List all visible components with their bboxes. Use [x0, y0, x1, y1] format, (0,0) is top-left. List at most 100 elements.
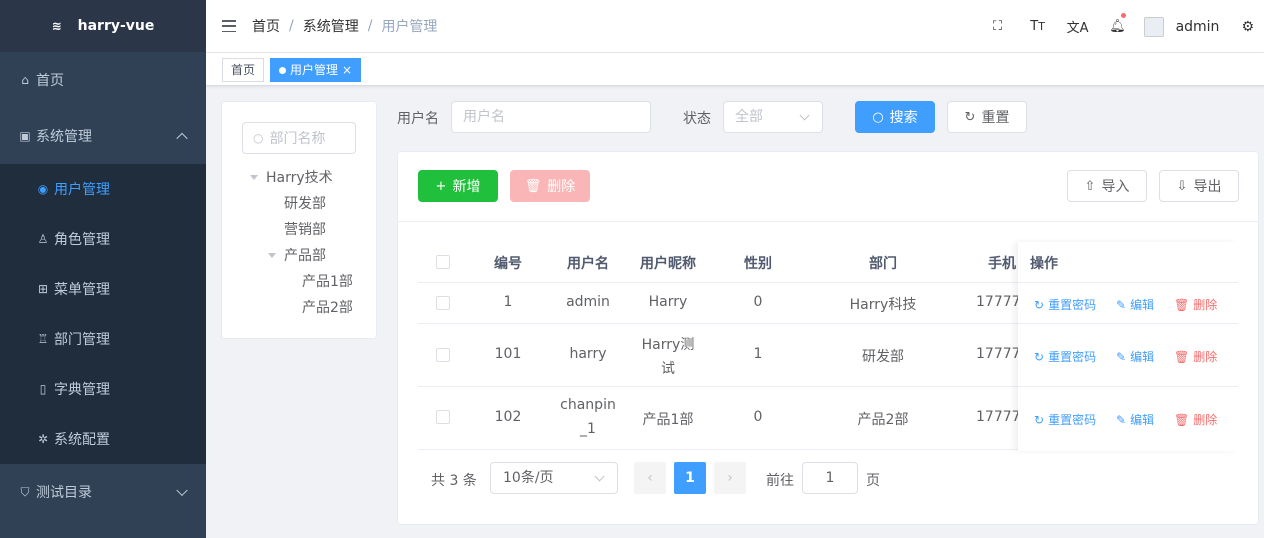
translate-icon[interactable]: 文A [1058, 17, 1098, 36]
username-label: 用户名 [397, 111, 439, 127]
delete-button[interactable]: 🗑︎ 删除 [510, 170, 590, 202]
refresh-icon: ↻ [964, 109, 976, 125]
cell-nickname: Harry [648, 294, 688, 310]
download-icon: ⇩ [1176, 178, 1188, 194]
sidebar-item-label: 测试目录 [36, 485, 92, 501]
tree-node[interactable]: 产品1部 [302, 271, 353, 291]
add-button[interactable]: + 新增 [418, 170, 498, 202]
refresh-icon: ↻ [1034, 350, 1045, 364]
refresh-icon: ↻ [1034, 298, 1045, 312]
action-label: 删除 [1193, 350, 1218, 364]
tree-node-label: 产品部 [284, 248, 326, 264]
reset-password-button[interactable]: ↻ 重置密码 [1034, 348, 1096, 365]
prev-page-button[interactable]: ‹ [634, 462, 666, 494]
reset-password-button[interactable]: ↻ 重置密码 [1034, 411, 1096, 428]
breadcrumb-home[interactable]: 首页 [252, 16, 280, 36]
row-divider [1018, 282, 1238, 283]
fullscreen-icon[interactable]: ⛶ [978, 19, 1018, 34]
page-size-select[interactable]: 10条/页 [490, 462, 618, 494]
edit-button[interactable]: ✎ 编辑 [1116, 296, 1154, 313]
reset-password-button[interactable]: ↻ 重置密码 [1034, 296, 1096, 313]
import-button[interactable]: ⇧ 导入 [1067, 170, 1147, 202]
cell-username: admin [566, 294, 610, 310]
tree-node[interactable]: 产品部 [268, 245, 326, 265]
select-all-checkbox[interactable] [436, 255, 450, 269]
tree-node[interactable]: 产品2部 [302, 297, 353, 317]
cell-id: 102 [494, 409, 522, 425]
sidebar-item-system[interactable]: ▣ 系统管理 [0, 108, 206, 164]
sidebar-item-menus[interactable]: ⊞ 菜单管理 [0, 264, 206, 314]
next-page-button[interactable]: › [714, 462, 746, 494]
action-label: 重置密码 [1048, 350, 1097, 364]
username[interactable]: admin [1176, 19, 1220, 35]
sidebar-item-users[interactable]: ◉ 用户管理 [0, 164, 206, 214]
page-number-button[interactable]: 1 [674, 462, 706, 494]
hamburger-icon[interactable] [222, 20, 236, 32]
row-divider [1018, 386, 1238, 387]
sidebar-item-dicts[interactable]: ▯ 字典管理 [0, 364, 206, 414]
username-input[interactable]: 用户名 [451, 101, 651, 133]
avatar[interactable] [1143, 16, 1164, 37]
pagination-total: 共 3 条 [431, 473, 477, 489]
row-divider [1018, 323, 1238, 324]
status-select-value: 全部 [735, 109, 763, 125]
sidebar-item-test[interactable]: ⛉ 测试目录 [0, 464, 206, 520]
cell-phone: 17777 [976, 409, 1021, 425]
column-header-username[interactable]: 用户名 [558, 253, 618, 273]
edit-icon: ✎ [1116, 298, 1127, 312]
edit-button[interactable]: ✎ 编辑 [1116, 348, 1154, 365]
action-label: 编辑 [1130, 298, 1155, 312]
cell-gender: 0 [753, 409, 763, 425]
page-size-value: 10条/页 [503, 470, 554, 486]
export-button[interactable]: ⇩ 导出 [1159, 170, 1239, 202]
edit-button[interactable]: ✎ 编辑 [1116, 411, 1154, 428]
column-header-id[interactable]: 编号 [483, 253, 533, 273]
caret-down-icon[interactable] [250, 175, 258, 180]
column-header-dept[interactable]: 部门 [838, 253, 928, 273]
tree-node[interactable]: 研发部 [284, 193, 326, 213]
column-header-gender[interactable]: 性别 [733, 253, 783, 273]
row-checkbox[interactable] [436, 296, 450, 310]
sidebar-item-home[interactable]: ⌂ 首页 [0, 52, 206, 108]
cell-gender: 0 [753, 294, 763, 310]
delete-row-button[interactable]: 🗑︎ 删除 [1174, 348, 1217, 365]
row-checkbox[interactable] [436, 410, 450, 424]
search-button-label: 搜索 [889, 110, 918, 126]
action-label: 编辑 [1130, 413, 1155, 427]
cell-id: 101 [494, 346, 522, 362]
tree-node-label: 产品1部 [302, 274, 353, 290]
tree-node[interactable]: Harry技术 [250, 167, 333, 187]
settings-icon[interactable]: ⚙ [1241, 19, 1254, 35]
column-header-nickname[interactable]: 用户昵称 [633, 253, 703, 273]
font-size-icon[interactable]: TT [1018, 19, 1058, 34]
sidebar-item-label: 部门管理 [54, 332, 110, 348]
cell-dept: 研发部 [862, 349, 904, 365]
tag-home[interactable]: 首页 [222, 58, 265, 82]
header: 首页 / 系统管理 / 用户管理 ⛶ TT 文A 🔔︎ admin ⚙ [206, 0, 1264, 53]
delete-row-button[interactable]: 🗑︎ 删除 [1174, 411, 1217, 428]
cell-dept: 产品2部 [857, 412, 909, 428]
logo[interactable]: ≋ harry-vue [0, 0, 206, 52]
sidebar-item-config[interactable]: ✲ 系统配置 [0, 414, 206, 464]
cell-nickname-wrap: 试 [661, 361, 675, 377]
caret-down-icon[interactable] [268, 253, 276, 258]
sidebar-item-roles[interactable]: ♙ 角色管理 [0, 214, 206, 264]
goto-page-input[interactable]: 1 [802, 462, 858, 494]
cell-nickname: Harry测 [641, 337, 695, 353]
row-checkbox[interactable] [436, 348, 450, 362]
breadcrumb-separator: / [367, 18, 373, 34]
delete-row-button[interactable]: 🗑︎ 删除 [1174, 296, 1217, 313]
reset-button[interactable]: ↻ 重置 [947, 101, 1027, 133]
dept-search-input[interactable]: ○ 部门名称 [242, 122, 356, 154]
dept-search-placeholder: 部门名称 [269, 131, 326, 147]
search-button[interactable]: ○ 搜索 [855, 101, 935, 133]
sidebar-item-depts[interactable]: ♖ 部门管理 [0, 314, 206, 364]
tags-view: 首页 用户管理 × [206, 53, 1264, 86]
breadcrumb-system: 系统管理 [302, 19, 359, 35]
status-select[interactable]: 全部 [723, 101, 823, 133]
tree-node[interactable]: 营销部 [284, 219, 326, 239]
bell-icon[interactable]: 🔔︎ [1098, 13, 1138, 34]
close-icon[interactable]: × [342, 63, 352, 77]
upload-icon: ⇧ [1084, 178, 1096, 194]
tag-users[interactable]: 用户管理 × [270, 58, 362, 82]
